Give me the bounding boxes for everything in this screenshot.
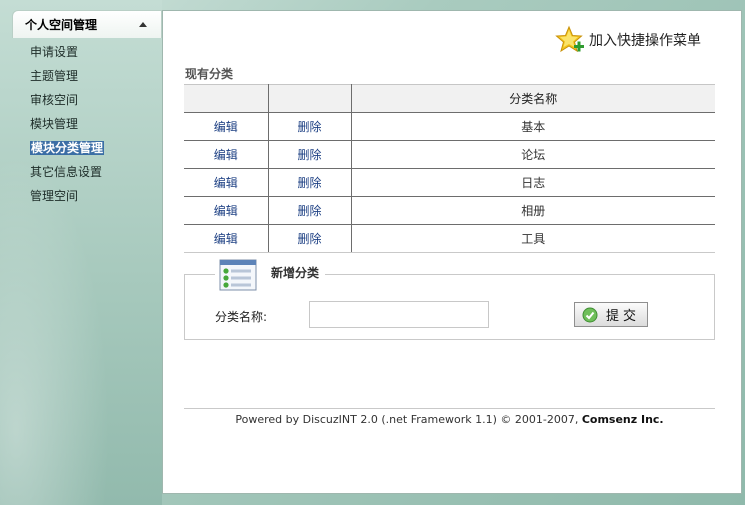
sidebar-item-label: 主题管理 bbox=[30, 69, 79, 83]
footer-company: Comsenz Inc. bbox=[581, 413, 664, 426]
add-category-title: 新增分类 bbox=[271, 265, 320, 280]
table-row: 编辑 删除 基本 bbox=[184, 112, 715, 141]
add-category-fieldset: 新增分类 分类名称: 提交 bbox=[184, 259, 715, 340]
footer-powered-by: Powered by bbox=[235, 413, 300, 426]
table-row: 编辑 删除 日志 bbox=[184, 168, 715, 197]
sidebar-item-apply-settings[interactable]: 申请设置 bbox=[30, 43, 104, 67]
main-panel: 加入快捷操作菜单 现有分类 分类名称 编辑 删除 基本 编辑 删除 论坛 编辑 bbox=[162, 10, 742, 494]
delete-link[interactable]: 删除 bbox=[297, 232, 321, 246]
edit-link[interactable]: 编辑 bbox=[214, 176, 238, 190]
check-icon bbox=[582, 307, 598, 322]
sidebar-item-label: 申请设置 bbox=[30, 45, 79, 59]
edit-link[interactable]: 编辑 bbox=[214, 204, 238, 218]
delete-link[interactable]: 删除 bbox=[297, 204, 321, 218]
table-row: 编辑 删除 工具 bbox=[184, 224, 715, 253]
table-header-row: 分类名称 bbox=[184, 84, 715, 113]
footer-divider bbox=[184, 408, 715, 409]
sidebar-menu: 申请设置 主题管理 审核空间 模块管理 模块分类管理 其它信息设置 管理空间 bbox=[30, 43, 105, 211]
sidebar-item-label: 模块分类管理 bbox=[30, 141, 105, 155]
sidebar-item-label: 其它信息设置 bbox=[30, 165, 103, 179]
category-name: 工具 bbox=[521, 232, 546, 246]
quick-add-label: 加入快捷操作菜单 bbox=[589, 33, 701, 49]
sidebar-item-module-management[interactable]: 模块管理 bbox=[30, 115, 104, 139]
column-header-edit bbox=[184, 84, 269, 113]
category-name: 论坛 bbox=[521, 148, 546, 162]
sidebar-item-other-info-settings[interactable]: 其它信息设置 bbox=[30, 163, 104, 187]
sidebar-item-label: 管理空间 bbox=[30, 189, 79, 203]
table-row: 编辑 删除 论坛 bbox=[184, 140, 715, 169]
category-name: 相册 bbox=[521, 204, 546, 218]
sidebar-item-manage-space[interactable]: 管理空间 bbox=[30, 187, 104, 211]
column-header-delete bbox=[268, 84, 352, 113]
footer-copyright: © 2001-2007, bbox=[500, 413, 579, 426]
submit-label: 提交 bbox=[605, 309, 640, 324]
category-name-label: 分类名称: bbox=[215, 310, 268, 324]
sidebar-item-label: 审核空间 bbox=[30, 93, 79, 107]
collapse-arrow-icon[interactable] bbox=[139, 22, 147, 27]
section-title: 现有分类 bbox=[185, 67, 234, 81]
sidebar-title: 个人空间管理 bbox=[25, 18, 98, 32]
edit-link[interactable]: 编辑 bbox=[214, 120, 238, 134]
footer: Powered by DiscuzINT 2.0 (.net Framework… bbox=[184, 413, 715, 426]
submit-button[interactable]: 提交 bbox=[574, 302, 648, 327]
sidebar-item-label: 模块管理 bbox=[30, 117, 79, 131]
edit-link[interactable]: 编辑 bbox=[214, 148, 238, 162]
delete-link[interactable]: 删除 bbox=[297, 120, 321, 134]
footer-product: DiscuzINT 2.0 bbox=[302, 413, 378, 426]
category-name: 日志 bbox=[521, 176, 546, 190]
table-row: 编辑 删除 相册 bbox=[184, 196, 715, 225]
delete-link[interactable]: 删除 bbox=[297, 176, 321, 190]
category-name-input[interactable] bbox=[309, 301, 489, 328]
sidebar-header[interactable]: 个人空间管理 bbox=[12, 10, 162, 38]
form-list-icon bbox=[219, 259, 257, 291]
sidebar-item-theme-management[interactable]: 主题管理 bbox=[30, 67, 104, 91]
category-name: 基本 bbox=[521, 120, 546, 134]
star-plus-icon bbox=[555, 25, 584, 53]
edit-link[interactable]: 编辑 bbox=[214, 232, 238, 246]
sidebar-item-module-category-management[interactable]: 模块分类管理 bbox=[30, 139, 105, 163]
quick-add-button[interactable]: 加入快捷操作菜单 bbox=[555, 25, 701, 55]
add-category-legend: 新增分类 bbox=[215, 259, 326, 291]
sidebar-item-review-space[interactable]: 审核空间 bbox=[30, 91, 104, 115]
delete-link[interactable]: 删除 bbox=[297, 148, 321, 162]
category-table: 分类名称 编辑 删除 基本 编辑 删除 论坛 编辑 删除 日志 编辑 删除 相册… bbox=[184, 84, 715, 253]
sidebar: 个人空间管理 申请设置 主题管理 审核空间 模块管理 模块分类管理 其它信息设置… bbox=[0, 0, 162, 505]
footer-framework: (.net Framework 1.1) bbox=[381, 413, 497, 426]
column-header-category-name: 分类名称 bbox=[351, 84, 715, 113]
